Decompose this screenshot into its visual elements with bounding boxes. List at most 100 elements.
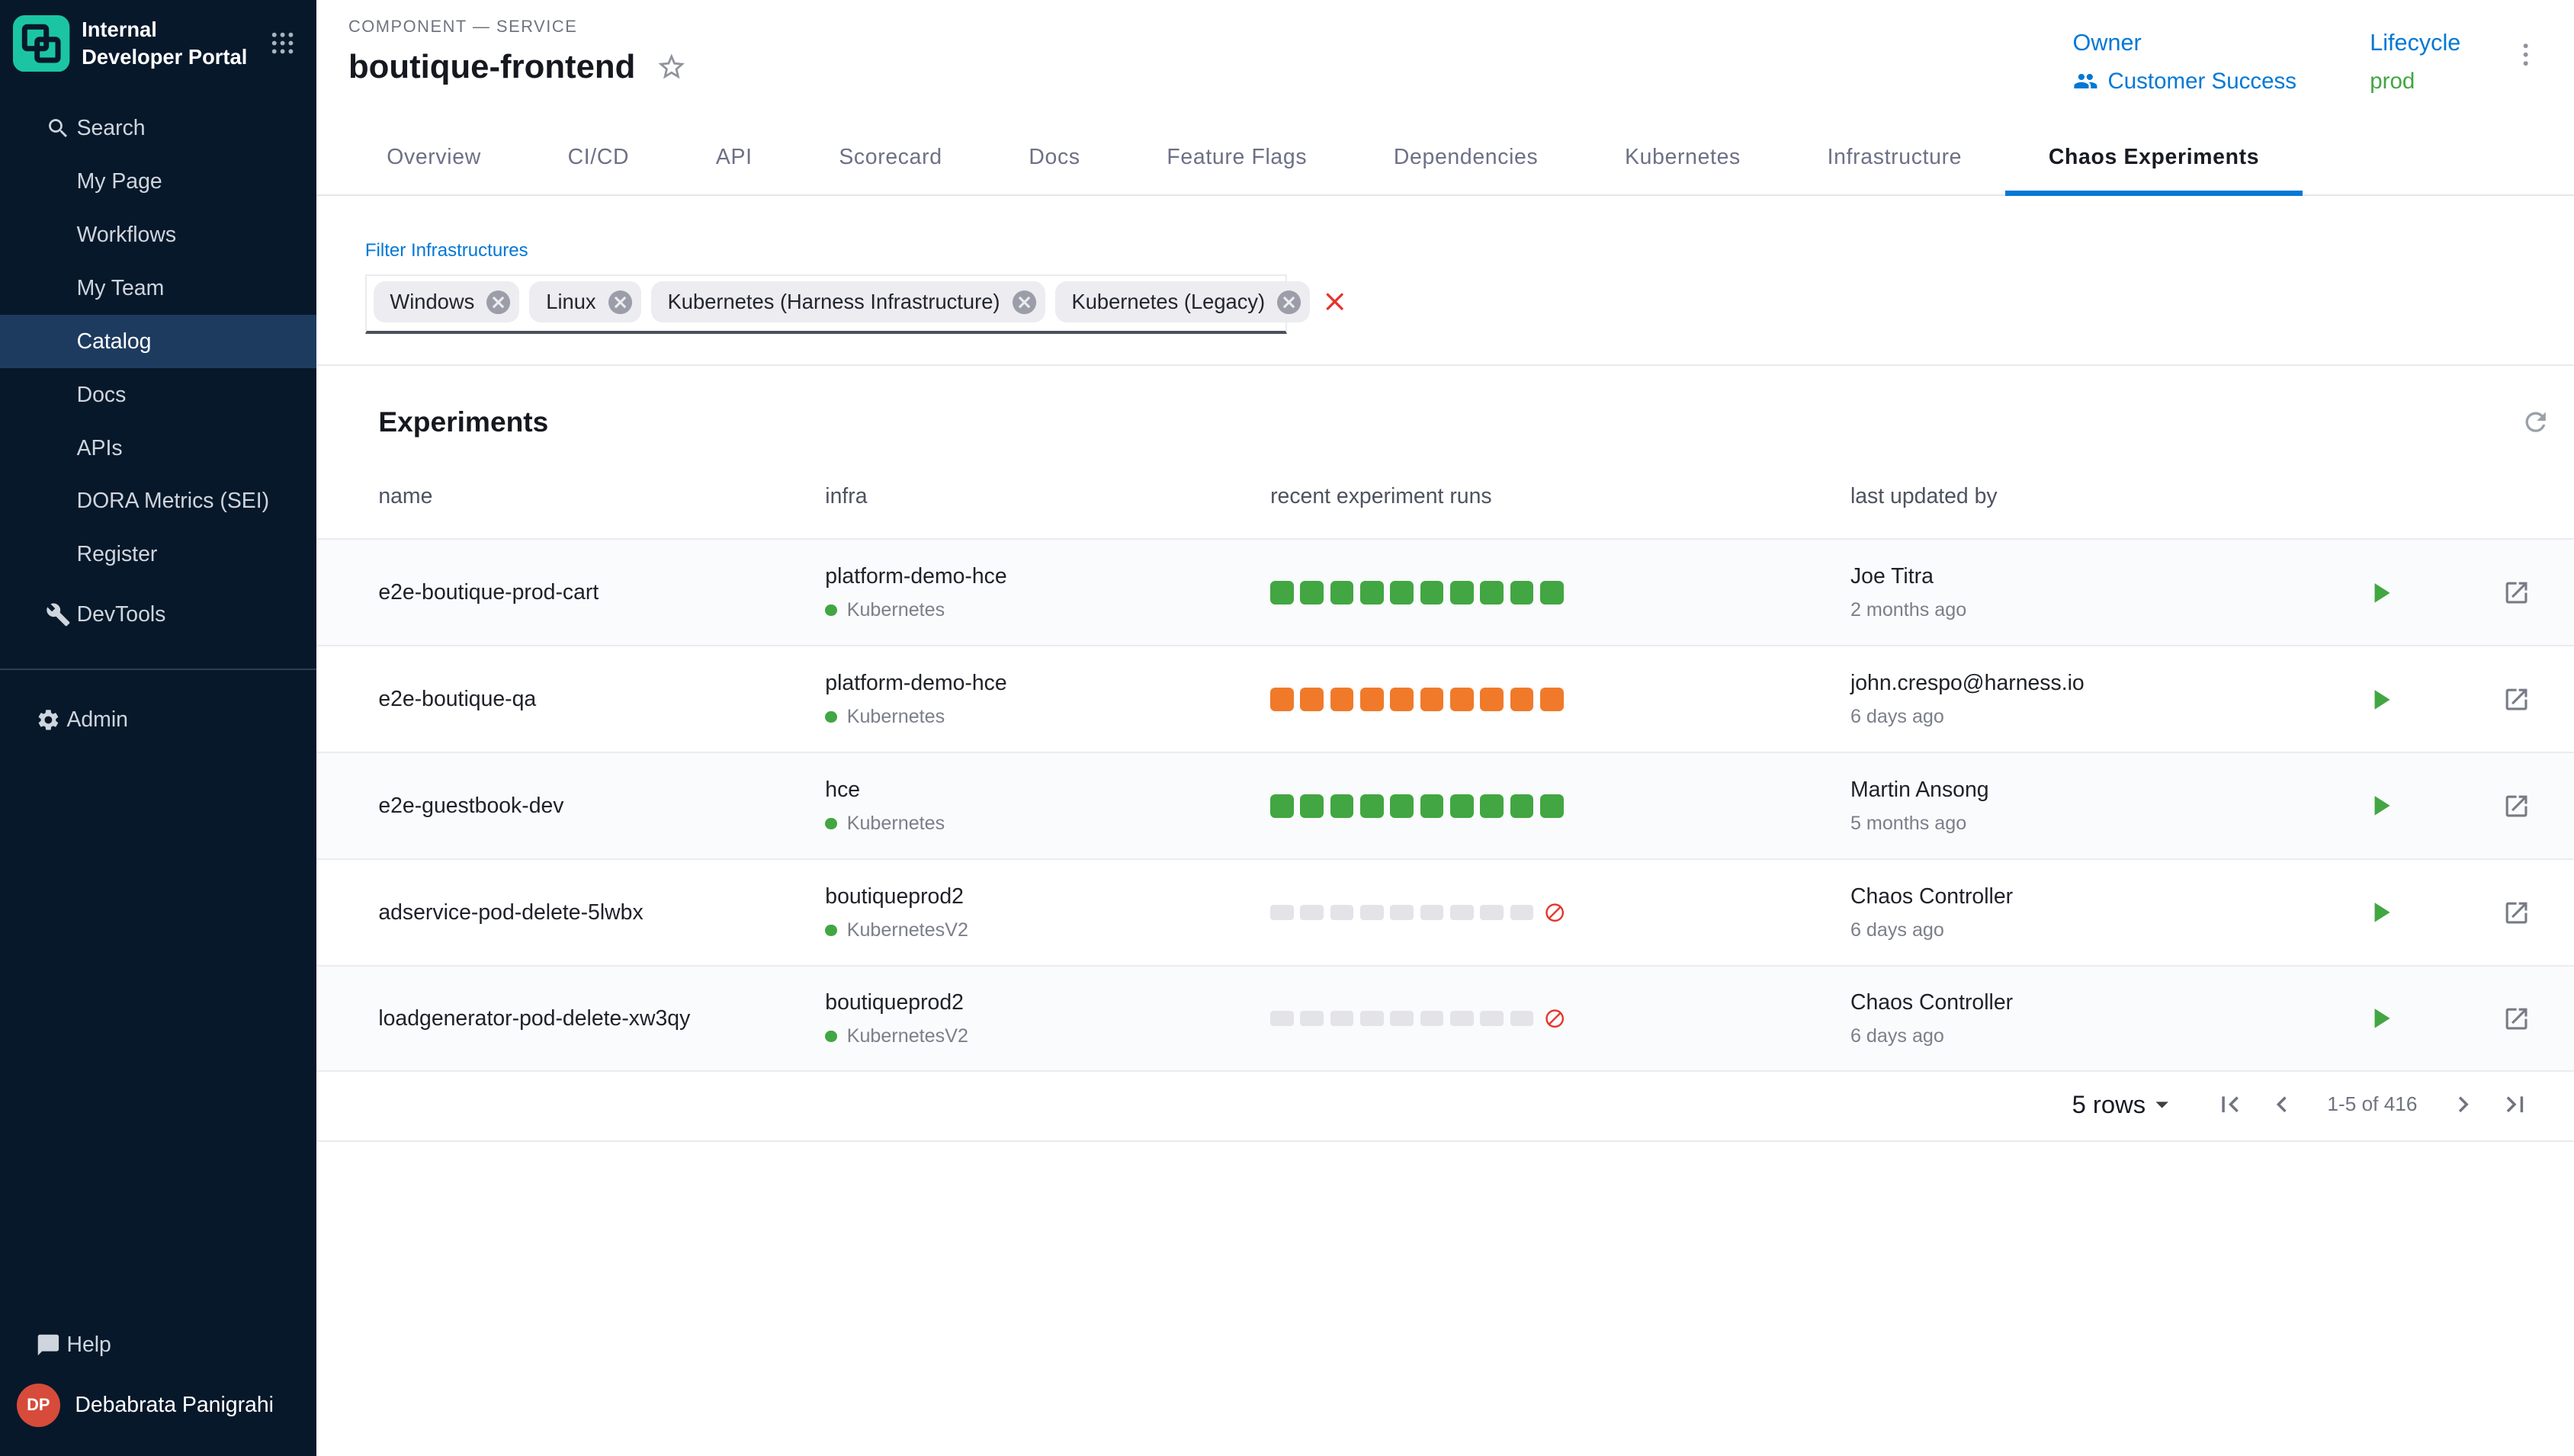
run-status-square[interactable] xyxy=(1390,794,1414,818)
run-status-square[interactable] xyxy=(1510,688,1534,711)
run-status-square[interactable] xyxy=(1450,1011,1474,1026)
chip-remove-icon[interactable] xyxy=(1010,288,1038,316)
run-status-square[interactable] xyxy=(1450,688,1474,711)
run-status-square[interactable] xyxy=(1300,581,1324,605)
run-status-square[interactable] xyxy=(1480,581,1504,605)
run-status-square[interactable] xyxy=(1420,581,1444,605)
chip-remove-icon[interactable] xyxy=(1275,288,1303,316)
refresh-icon[interactable] xyxy=(2521,407,2550,437)
run-status-square[interactable] xyxy=(1450,794,1474,818)
run-status-square[interactable] xyxy=(1510,581,1534,605)
tab-ci-cd[interactable]: CI/CD xyxy=(525,121,672,194)
sidebar-item-search[interactable]: Search xyxy=(0,101,316,155)
run-status-square[interactable] xyxy=(1300,905,1324,920)
sidebar-item-register[interactable]: Register xyxy=(0,528,316,582)
rows-per-page-select[interactable]: 5 rows xyxy=(2072,1089,2178,1119)
run-status-square[interactable] xyxy=(1540,794,1564,818)
run-experiment-button[interactable] xyxy=(2364,683,2397,717)
tab-docs[interactable]: Docs xyxy=(986,121,1124,194)
sidebar-divider xyxy=(0,669,316,670)
open-experiment-icon[interactable] xyxy=(2502,579,2531,607)
run-status-square[interactable] xyxy=(1330,581,1354,605)
run-status-square[interactable] xyxy=(1390,688,1414,711)
run-status-square[interactable] xyxy=(1330,794,1354,818)
infrastructure-filter-input[interactable]: WindowsLinuxKubernetes (Harness Infrastr… xyxy=(365,274,1287,334)
run-status-square[interactable] xyxy=(1330,1011,1354,1026)
sidebar-item-dora-metrics-sei[interactable]: DORA Metrics (SEI) xyxy=(0,475,316,528)
previous-page-button[interactable] xyxy=(2266,1089,2298,1121)
tab-overview[interactable]: Overview xyxy=(343,121,524,194)
tab-api[interactable]: API xyxy=(672,121,795,194)
run-status-square[interactable] xyxy=(1420,794,1444,818)
harness-logo-icon[interactable] xyxy=(13,15,69,72)
run-status-square[interactable] xyxy=(1510,794,1534,818)
sidebar-item-admin[interactable]: Admin xyxy=(0,693,316,746)
apps-grid-icon[interactable] xyxy=(268,29,297,57)
run-status-square[interactable] xyxy=(1420,905,1444,920)
open-experiment-icon[interactable] xyxy=(2502,685,2531,714)
chip-remove-icon[interactable] xyxy=(484,288,512,316)
tab-feature-flags[interactable]: Feature Flags xyxy=(1124,121,1350,194)
open-experiment-icon[interactable] xyxy=(2502,1005,2531,1033)
first-page-button[interactable] xyxy=(2214,1089,2246,1121)
run-status-square[interactable] xyxy=(1480,688,1504,711)
run-status-square[interactable] xyxy=(1330,905,1354,920)
run-status-square[interactable] xyxy=(1390,905,1414,920)
run-status-square[interactable] xyxy=(1510,905,1534,920)
run-status-square[interactable] xyxy=(1480,794,1504,818)
run-status-square[interactable] xyxy=(1300,688,1324,711)
run-status-square[interactable] xyxy=(1510,1011,1534,1026)
run-status-square[interactable] xyxy=(1480,1011,1504,1026)
run-status-square[interactable] xyxy=(1300,1011,1324,1026)
run-status-square[interactable] xyxy=(1270,688,1294,711)
run-status-square[interactable] xyxy=(1270,794,1294,818)
run-status-square[interactable] xyxy=(1300,794,1324,818)
run-status-square[interactable] xyxy=(1360,688,1384,711)
last-page-button[interactable] xyxy=(2499,1089,2531,1121)
chip-remove-icon[interactable] xyxy=(606,288,634,316)
run-status-square[interactable] xyxy=(1450,905,1474,920)
sidebar-item-devtools[interactable]: DevTools xyxy=(0,588,316,642)
sidebar-item-my-page[interactable]: My Page xyxy=(0,155,316,208)
run-experiment-button[interactable] xyxy=(2364,576,2397,610)
more-options-icon[interactable] xyxy=(2511,40,2540,69)
open-experiment-icon[interactable] xyxy=(2502,792,2531,820)
run-status-square[interactable] xyxy=(1450,581,1474,605)
next-page-button[interactable] xyxy=(2447,1089,2479,1121)
run-status-square[interactable] xyxy=(1390,581,1414,605)
tab-kubernetes[interactable]: Kubernetes xyxy=(1581,121,1784,194)
user-profile[interactable]: DP Debabrata Panigrahi xyxy=(0,1374,316,1444)
run-status-square[interactable] xyxy=(1360,794,1384,818)
run-status-square[interactable] xyxy=(1330,688,1354,711)
favorite-star-icon[interactable] xyxy=(656,51,688,83)
tab-infrastructure[interactable]: Infrastructure xyxy=(1784,121,2005,194)
clear-filters-icon[interactable] xyxy=(1320,287,1350,316)
run-status-square[interactable] xyxy=(1390,1011,1414,1026)
tab-chaos-experiments[interactable]: Chaos Experiments xyxy=(2005,121,2303,194)
run-status-square[interactable] xyxy=(1270,581,1294,605)
sidebar-item-docs[interactable]: Docs xyxy=(0,368,316,422)
run-status-square[interactable] xyxy=(1360,581,1384,605)
run-status-square[interactable] xyxy=(1420,1011,1444,1026)
run-status-square[interactable] xyxy=(1360,905,1384,920)
open-experiment-icon[interactable] xyxy=(2502,899,2531,927)
run-status-square[interactable] xyxy=(1540,581,1564,605)
run-experiment-button[interactable] xyxy=(2364,896,2397,929)
run-status-square[interactable] xyxy=(1480,905,1504,920)
owner-link[interactable]: Customer Success xyxy=(2073,69,2296,95)
run-status-square[interactable] xyxy=(1270,905,1294,920)
run-experiment-button[interactable] xyxy=(2364,789,2397,823)
tab-dependencies[interactable]: Dependencies xyxy=(1350,121,1581,194)
run-status-square[interactable] xyxy=(1420,688,1444,711)
sidebar-item-catalog[interactable]: Catalog xyxy=(0,315,316,368)
run-status-square[interactable] xyxy=(1360,1011,1384,1026)
tab-scorecard[interactable]: Scorecard xyxy=(795,121,985,194)
sidebar-item-my-team[interactable]: My Team xyxy=(0,261,316,315)
admin-label: Admin xyxy=(66,707,128,733)
sidebar-item-help[interactable]: Help xyxy=(0,1316,316,1373)
run-status-square[interactable] xyxy=(1540,688,1564,711)
sidebar-item-apis[interactable]: APIs xyxy=(0,422,316,475)
sidebar-item-workflows[interactable]: Workflows xyxy=(0,208,316,261)
run-experiment-button[interactable] xyxy=(2364,1002,2397,1035)
run-status-square[interactable] xyxy=(1270,1011,1294,1026)
